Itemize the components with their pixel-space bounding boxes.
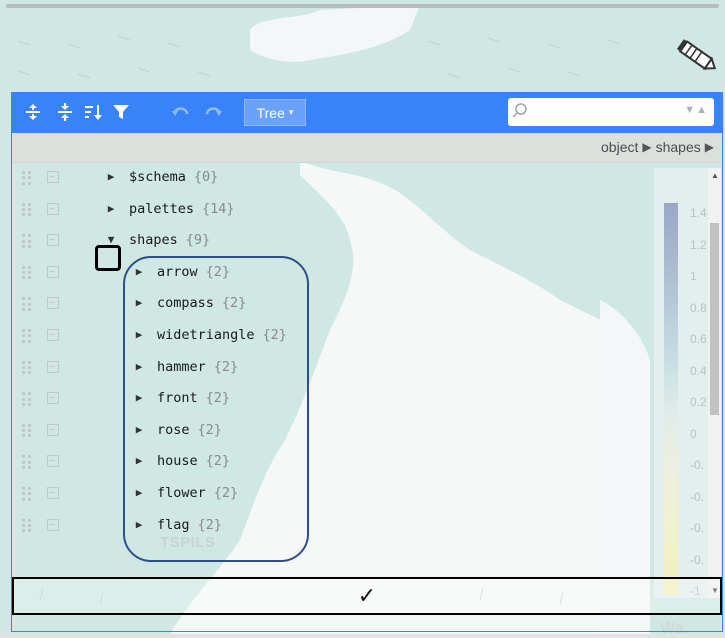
scale-tick-label: -0. [690, 458, 705, 472]
search-input[interactable] [530, 102, 674, 122]
scale-tick-label: -0. [690, 521, 705, 535]
drag-handle-icon[interactable] [22, 455, 32, 470]
drag-handle-icon[interactable] [22, 171, 32, 185]
mode-select-button[interactable]: Tree ▾ [244, 99, 306, 126]
collapse-all-icon [58, 103, 72, 121]
highlight-box [95, 245, 121, 271]
scroll-up-icon[interactable]: ▲ [711, 171, 719, 180]
drag-handle-icon[interactable] [22, 360, 32, 375]
color-scale-bar [664, 203, 678, 595]
breadcrumb: object ▶ shapes ▶ [601, 139, 714, 155]
tree-row[interactable]: ▶ flag {2} [12, 511, 652, 542]
undo-button[interactable] [168, 99, 194, 125]
field-count: {0} [193, 169, 219, 185]
field-key[interactable]: $schema [129, 169, 186, 185]
tree-row[interactable]: ▶ flower {2} [12, 479, 652, 510]
tree-field[interactable]: shapes {9} [129, 232, 210, 248]
chevron-down-icon: ▾ [288, 107, 294, 117]
expand-all-icon [26, 104, 40, 120]
context-menu-icon[interactable] [47, 234, 59, 247]
drag-handle-icon[interactable] [22, 487, 32, 501]
context-menu-icon[interactable] [47, 487, 59, 499]
scale-tick-label: 1.4 [690, 206, 707, 220]
scale-tick-label: 0 [690, 426, 697, 441]
undo-icon [172, 107, 189, 116]
context-menu-icon[interactable] [47, 360, 59, 373]
scale-tick-label: 0.2 [690, 395, 707, 409]
context-menu-icon[interactable] [47, 171, 59, 183]
context-menu-icon[interactable] [47, 518, 59, 531]
scrollbar-thumb[interactable] [710, 223, 719, 415]
filter-icon [113, 105, 129, 119]
context-menu-icon[interactable] [47, 455, 59, 468]
drag-handle-icon[interactable] [22, 297, 32, 312]
search-box: ▼▲ [508, 98, 714, 126]
context-menu-icon[interactable] [47, 329, 59, 341]
tree-row[interactable]: ▶ palettes {14} [12, 195, 652, 226]
context-menu-icon[interactable] [47, 265, 59, 278]
field-key[interactable]: shapes [129, 232, 178, 248]
scale-tick-label: 0.8 [690, 300, 707, 315]
drag-handle-icon[interactable] [22, 265, 32, 280]
drag-handle-icon[interactable] [22, 202, 32, 217]
drag-handle-icon[interactable] [22, 423, 32, 438]
tree-row[interactable]: ▶ front {2} [12, 384, 652, 415]
editor-menubar: Tree ▾ ▼▲ [12, 93, 722, 133]
tree-row[interactable]: ▶ widetriangle {2} [12, 321, 652, 352]
drag-handle-icon[interactable] [22, 329, 32, 343]
breadcrumb-item-shapes[interactable]: shapes [656, 139, 701, 155]
scale-tick-label: 1 [690, 269, 697, 283]
field-count: {14} [202, 200, 235, 217]
scale-tick-label: 0.6 [690, 332, 707, 346]
filter-button[interactable] [108, 99, 134, 125]
context-menu-icon[interactable] [47, 297, 59, 310]
redo-icon [205, 107, 222, 116]
json-editor: Tree ▾ ▼▲ object ▶ shapes ▶ ▶ $schema {0} ▶… [11, 92, 723, 632]
search-icon [512, 102, 528, 123]
tree-row[interactable]: ▶ house {2} [12, 447, 652, 478]
drag-handle-icon[interactable] [22, 234, 32, 248]
breadcrumb-more-icon[interactable]: ▶ [705, 140, 714, 154]
expand-arrow-icon[interactable]: ▶ [104, 170, 118, 183]
mode-label: Tree [256, 104, 285, 121]
scale-tick-label: 0.4 [690, 363, 707, 378]
scale-tick-label: -0. [690, 489, 705, 504]
search-nav-arrows[interactable]: ▼▲ [684, 104, 708, 116]
collapse-all-button[interactable] [52, 99, 78, 125]
redo-button[interactable] [200, 99, 226, 125]
tree-row[interactable]: ▶ hammer {2} [12, 353, 652, 384]
window-top-border [6, 4, 719, 8]
navigation-bar: object ▶ shapes ▶ [12, 133, 722, 163]
tree-row[interactable]: ▶ $schema {0} [12, 163, 652, 194]
drag-handle-icon[interactable] [22, 392, 32, 406]
context-menu-icon[interactable] [47, 423, 59, 436]
scale-tick-label: 1.2 [690, 237, 707, 252]
breadcrumb-separator-icon: ▶ [642, 140, 652, 154]
context-menu-icon[interactable] [47, 202, 59, 215]
sort-button[interactable] [80, 99, 106, 125]
tree-field[interactable]: $schema {0} [129, 169, 218, 185]
sort-icon [85, 105, 102, 120]
context-menu-icon[interactable] [47, 392, 59, 405]
checkmark-icon: ✓ [357, 583, 377, 608]
pencil-icon[interactable] [674, 38, 720, 76]
expand-arrow-icon[interactable]: ▶ [104, 202, 118, 215]
tree-row[interactable]: ▶ compass {2} [12, 289, 652, 320]
breadcrumb-item-object[interactable]: object [601, 139, 638, 155]
tree-row[interactable]: ▶ rose {2} [12, 416, 652, 447]
confirm-button[interactable]: ✓ [12, 577, 722, 615]
drag-handle-icon[interactable] [22, 518, 32, 533]
children-highlight-outline [123, 256, 309, 562]
tree-field[interactable]: palettes {14} [129, 201, 235, 217]
field-count: {9} [185, 232, 211, 249]
expand-all-button[interactable] [20, 99, 46, 125]
field-key[interactable]: palettes [129, 201, 194, 217]
vertical-scrollbar[interactable]: ▲ ▼ [708, 168, 721, 598]
scale-tick-label: -0. [690, 552, 705, 567]
